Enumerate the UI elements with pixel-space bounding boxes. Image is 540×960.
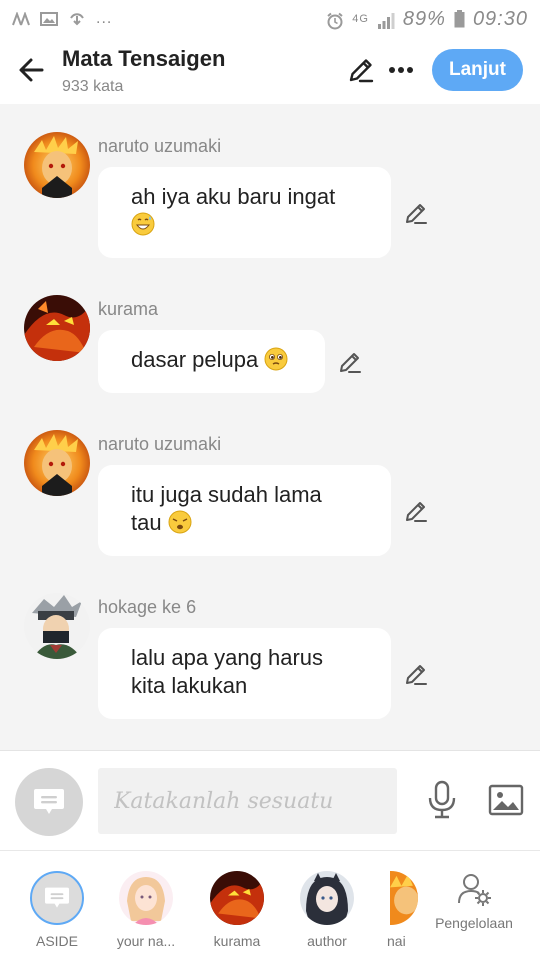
manage-label: Pengelolaan bbox=[435, 915, 513, 931]
character-author[interactable]: author bbox=[287, 871, 367, 949]
alarm-icon bbox=[326, 12, 344, 30]
battery-icon bbox=[454, 10, 465, 28]
chat-bubble-icon bbox=[45, 887, 69, 908]
composer bbox=[0, 750, 540, 850]
message-text: lalu apa yang harus bbox=[131, 645, 324, 670]
edit-title-button[interactable] bbox=[344, 53, 378, 87]
gallery-notification-icon bbox=[40, 12, 58, 26]
pencil-icon bbox=[406, 665, 427, 685]
status-bar: ... 4G 89% 09:30 bbox=[0, 0, 540, 38]
more-options-button[interactable] bbox=[384, 53, 418, 87]
character-label: nai bbox=[387, 933, 406, 949]
grin-sweat-emoji-icon bbox=[131, 212, 155, 236]
image-icon bbox=[488, 784, 524, 816]
chat-area[interactable]: naruto uzumaki ah iya aku baru ingat kur… bbox=[0, 104, 540, 750]
signal-icon bbox=[377, 12, 395, 29]
avatar-naruto[interactable] bbox=[24, 430, 90, 496]
user-gear-icon bbox=[458, 874, 491, 906]
more-horizontal-icon bbox=[389, 67, 413, 73]
network-type: 4G bbox=[352, 13, 369, 25]
voice-input-button[interactable] bbox=[422, 777, 462, 823]
message-bubble[interactable]: lalu apa yang harus kita lakukan bbox=[98, 628, 391, 719]
avatar-hokage[interactable] bbox=[24, 593, 90, 659]
avatar-kurama[interactable] bbox=[24, 295, 90, 361]
edit-message-button[interactable] bbox=[401, 198, 431, 228]
message-text: ah iya aku baru ingat bbox=[131, 184, 336, 209]
message-text: tau bbox=[131, 510, 162, 535]
manage-characters-button[interactable]: Pengelolaan bbox=[424, 871, 524, 931]
character-label: kurama bbox=[213, 933, 261, 949]
character-bar: ASIDE your na... kurama author nai Penge… bbox=[0, 850, 540, 960]
pencil-icon bbox=[406, 204, 427, 224]
arrow-left-icon bbox=[19, 58, 44, 82]
back-button[interactable] bbox=[14, 53, 48, 87]
aside-avatar bbox=[30, 871, 84, 925]
sender-name: naruto uzumaki bbox=[98, 434, 222, 454]
sender-name: naruto uzumaki bbox=[98, 136, 222, 156]
download-notification-icon bbox=[68, 12, 86, 26]
character-label: ASIDE bbox=[35, 933, 78, 949]
microphone-icon bbox=[428, 780, 456, 819]
message-input[interactable] bbox=[98, 768, 397, 834]
character-aside[interactable]: ASIDE bbox=[17, 871, 97, 949]
message-text: dasar pelupa bbox=[131, 347, 259, 372]
app-notification-icon bbox=[12, 11, 30, 26]
next-button[interactable]: Lanjut bbox=[432, 49, 523, 91]
sender-name: kurama bbox=[98, 299, 159, 319]
sender-name: hokage ke 6 bbox=[98, 597, 197, 617]
character-your-name[interactable]: your na... bbox=[106, 871, 186, 949]
pencil-icon bbox=[340, 353, 361, 373]
clock: 09:30 bbox=[472, 7, 528, 30]
message-bubble[interactable]: ah iya aku baru ingat bbox=[98, 167, 391, 258]
word-count: 933 kata bbox=[62, 78, 124, 95]
pencil-icon bbox=[406, 502, 427, 522]
tired-emoji-icon bbox=[168, 510, 192, 534]
avatar bbox=[119, 871, 173, 925]
avatar bbox=[390, 871, 418, 925]
avatar bbox=[300, 871, 354, 925]
character-kurama[interactable]: kurama bbox=[197, 871, 277, 949]
pleading-emoji-icon bbox=[264, 347, 288, 371]
narration-toggle-button[interactable] bbox=[15, 768, 83, 836]
message-text: itu juga sudah lama bbox=[131, 482, 322, 507]
message-text: kita lakukan bbox=[131, 673, 248, 698]
character-naruto[interactable]: nai bbox=[376, 871, 418, 949]
character-label: your na... bbox=[116, 933, 176, 949]
message-bubble[interactable]: itu juga sudah lama tau bbox=[98, 465, 391, 556]
story-title: Mata Tensaigen bbox=[62, 46, 226, 71]
message-bubble[interactable]: dasar pelupa bbox=[98, 330, 325, 393]
insert-image-button[interactable] bbox=[486, 781, 526, 819]
edit-message-button[interactable] bbox=[401, 659, 431, 689]
character-label: author bbox=[307, 933, 347, 949]
avatar bbox=[210, 871, 264, 925]
edit-message-button[interactable] bbox=[401, 496, 431, 526]
edit-message-button[interactable] bbox=[335, 347, 365, 377]
battery-percent: 89% bbox=[402, 7, 446, 30]
chat-bubble-icon bbox=[34, 789, 64, 814]
avatar-naruto[interactable] bbox=[24, 132, 90, 198]
status-overflow: ... bbox=[96, 10, 113, 27]
pencil-icon bbox=[349, 59, 374, 83]
story-header: Mata Tensaigen 933 kata Lanjut bbox=[0, 38, 540, 104]
